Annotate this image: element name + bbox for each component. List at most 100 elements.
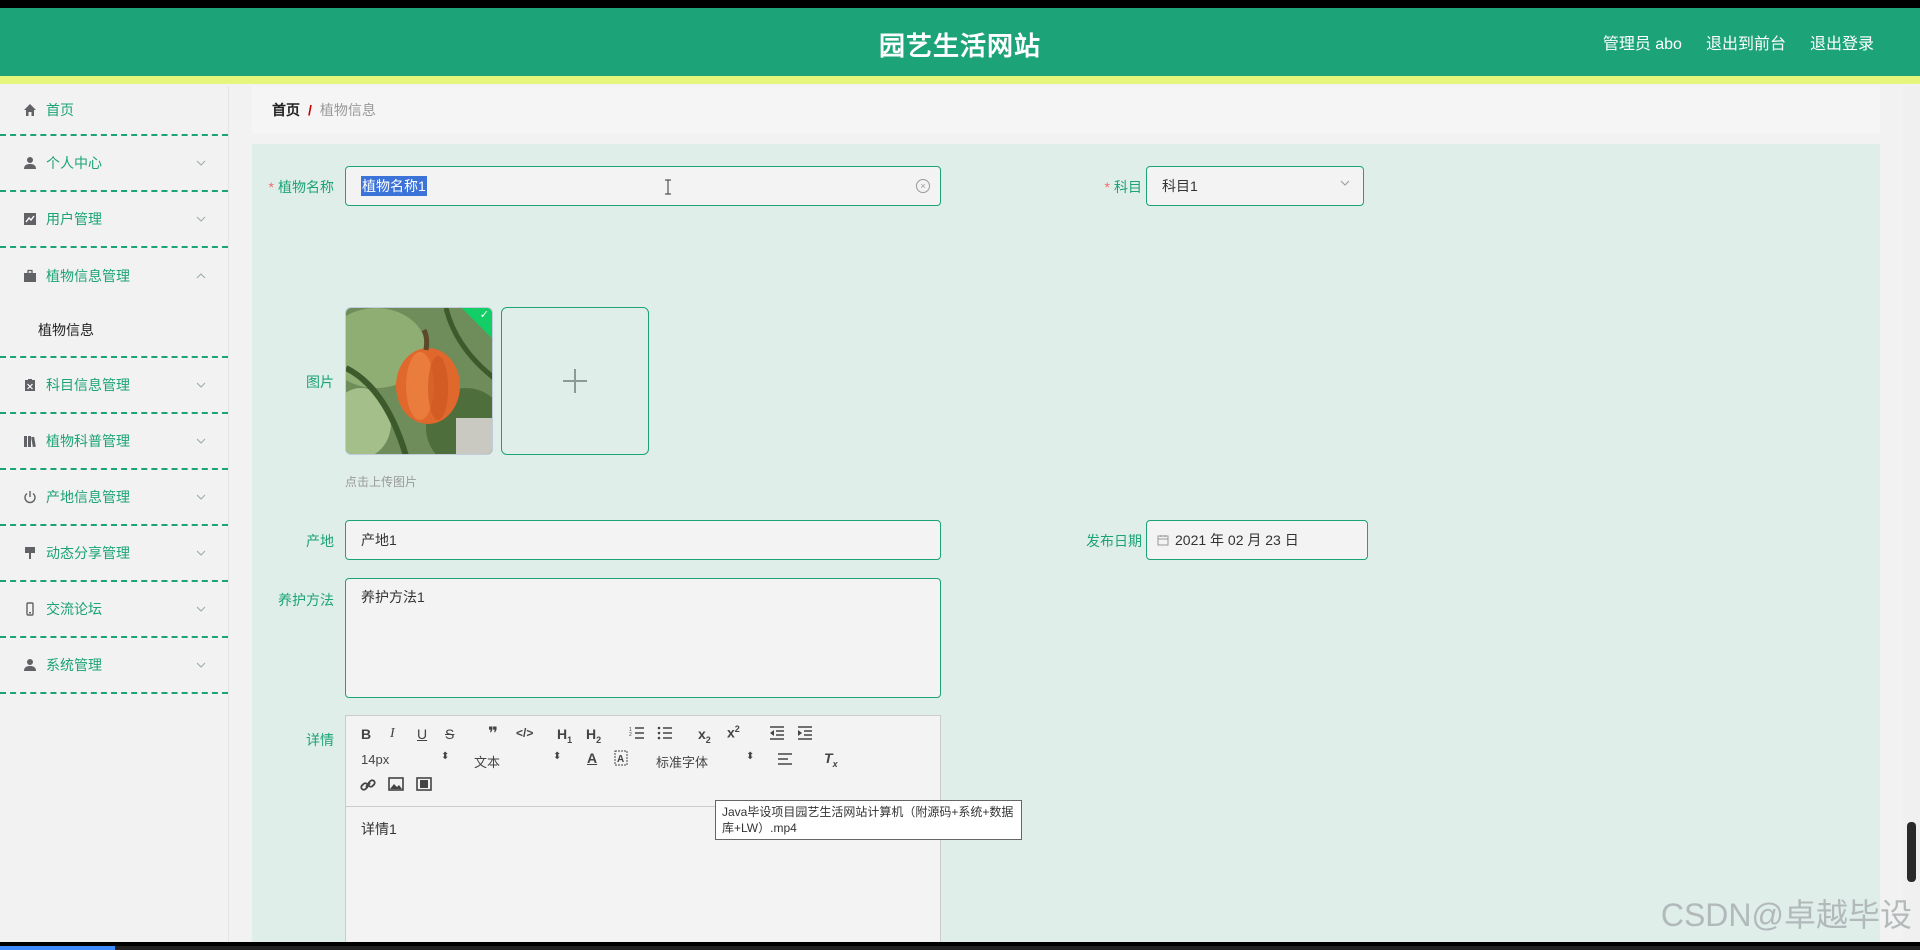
header2-icon[interactable]: H2	[586, 726, 601, 745]
strike-icon[interactable]: S	[445, 726, 454, 742]
csdn-watermark: CSDN@卓越毕设	[1660, 897, 1912, 933]
required-mark: *	[268, 179, 274, 195]
sidebar-item-label: 产地信息管理	[46, 489, 130, 505]
clipboard-icon	[22, 377, 38, 393]
upload-hint: 点击上传图片	[345, 475, 418, 489]
check-icon: ✓	[479, 309, 489, 321]
italic-icon[interactable]: I	[390, 726, 395, 742]
sidebar-item-label: 植物科普管理	[46, 433, 130, 449]
video-progress-fill	[0, 946, 116, 950]
sidebar-item-label: 首页	[46, 102, 74, 118]
publish-date-picker[interactable]: 2021 年 02 月 23 日	[1146, 520, 1368, 560]
sidebar-item-origin-management[interactable]: 产地信息管理	[0, 470, 228, 526]
header1-icon[interactable]: H1	[557, 726, 572, 745]
sidebar-item-label: 交流论坛	[46, 601, 102, 617]
updown-icon: ⬍	[746, 751, 755, 762]
sidebar-group-plant-info: 植物信息管理 植物信息	[0, 248, 228, 358]
video-icon[interactable]	[416, 777, 432, 794]
subject-label-text: 科目	[1114, 179, 1142, 195]
clear-format-icon[interactable]: Tx	[824, 750, 838, 769]
main-content: 首页 / 植物信息 * 植物名称 植物名称1 × * 科目 科目1 图片 ✓ 点…	[252, 86, 1880, 942]
text-style-select[interactable]: 文本	[474, 752, 500, 771]
chevron-down-icon	[196, 377, 206, 393]
sidebar-item-plant-science-management[interactable]: 植物科普管理	[0, 414, 228, 470]
background-color-icon[interactable]: A	[614, 750, 628, 769]
plus-icon	[563, 369, 587, 393]
plant-name-input[interactable]: 植物名称1 ×	[345, 166, 941, 206]
power-icon	[22, 489, 38, 505]
video-progress-bar[interactable]	[0, 946, 1920, 950]
plant-form: * 植物名称 植物名称1 × * 科目 科目1 图片 ✓ 点击上传图片 产地 产…	[252, 144, 1880, 942]
chart-icon	[22, 211, 38, 227]
back-to-front-link[interactable]: 退出到前台	[1706, 30, 1786, 54]
font-color-icon[interactable]: A	[587, 750, 597, 766]
origin-input[interactable]: 产地1	[345, 520, 941, 560]
bold-icon[interactable]: B	[361, 726, 371, 742]
books-icon	[22, 433, 38, 449]
plant-name-label: * 植物名称	[262, 177, 334, 197]
sidebar-item-label: 用户管理	[46, 211, 102, 227]
breadcrumb-current: 植物信息	[319, 102, 376, 118]
publish-date-value: 2021 年 02 月 23 日	[1175, 532, 1299, 548]
sidebar-item-forum[interactable]: 交流论坛	[0, 582, 228, 638]
align-icon[interactable]	[777, 752, 793, 769]
sidebar-item-label: 个人中心	[46, 155, 102, 171]
breadcrumb-home[interactable]: 首页	[272, 100, 300, 120]
sidebar-item-share-management[interactable]: 动态分享管理	[0, 526, 228, 582]
clear-icon[interactable]: ×	[916, 179, 930, 193]
sidebar-item-personal-center[interactable]: 个人中心	[0, 136, 228, 192]
app-window: 园艺生活网站 管理员 abo 退出到前台 退出登录 首页 个人中心 用户管理 植…	[0, 8, 1920, 942]
sidebar-item-home[interactable]: 首页	[0, 86, 228, 136]
pin-icon	[22, 545, 38, 561]
care-method-textarea[interactable]: 养护方法1	[345, 578, 941, 698]
user-icon	[22, 657, 38, 673]
admin-label[interactable]: 管理员 abo	[1603, 30, 1682, 54]
sidebar-item-system-management[interactable]: 系统管理	[0, 638, 228, 694]
subscript-icon[interactable]: x2	[698, 726, 711, 745]
chevron-down-icon	[196, 433, 206, 449]
scrollbar-thumb[interactable]	[1907, 822, 1916, 882]
underline-icon[interactable]: U	[417, 726, 427, 742]
calendar-icon	[1157, 534, 1169, 546]
sidebar-item-subject-management[interactable]: 科目信息管理	[0, 358, 228, 414]
video-title-tooltip: Java毕设项目园艺生活网站计算机（附源码+系统+数据库+LW）.mp4	[715, 800, 1022, 840]
code-icon[interactable]: </>	[516, 726, 533, 740]
blockquote-icon[interactable]: ❞	[488, 724, 498, 744]
uploaded-image-thumbnail[interactable]: ✓	[345, 307, 493, 455]
sidebar-item-label: 科目信息管理	[46, 377, 130, 393]
chevron-down-icon	[196, 489, 206, 505]
chevron-down-icon	[196, 657, 206, 673]
sidebar-subitem-plant-info[interactable]: 植物信息	[0, 304, 228, 356]
detail-label: 详情	[306, 732, 334, 748]
home-icon	[22, 102, 38, 118]
indent-icon[interactable]	[797, 726, 813, 743]
bullet-list-icon[interactable]	[657, 726, 673, 743]
image-icon[interactable]	[388, 777, 404, 794]
sidebar-item-label: 系统管理	[46, 657, 102, 673]
page-scrollbar[interactable]	[1903, 86, 1920, 942]
superscript-icon[interactable]: x2	[727, 724, 740, 741]
svg-text:A: A	[617, 754, 624, 765]
sidebar-item-user-management[interactable]: 用户管理	[0, 192, 228, 248]
user-icon	[22, 155, 38, 171]
editor-toolbar: B I U S ❞ </> H1 H2 12 x2 x2 14px ⬍ 文本 ⬍…	[346, 716, 940, 807]
subject-select[interactable]: 科目1	[1146, 166, 1364, 206]
sidebar: 首页 个人中心 用户管理 植物信息管理 植物信息 科目信息管理 植物科普管理 产…	[0, 86, 229, 942]
outdent-icon[interactable]	[769, 726, 785, 743]
header-links: 管理员 abo 退出到前台 退出登录	[1603, 30, 1874, 54]
image-upload-button[interactable]	[501, 307, 649, 455]
sidebar-item-plant-info-management[interactable]: 植物信息管理	[0, 248, 228, 304]
chevron-down-icon	[196, 545, 206, 561]
svg-text:2: 2	[629, 732, 632, 738]
plant-name-value: 植物名称1	[361, 176, 427, 196]
breadcrumb: 首页 / 植物信息	[252, 86, 1880, 134]
font-size-select[interactable]: 14px	[361, 752, 389, 767]
font-family-select[interactable]: 标准字体	[656, 752, 708, 771]
subject-label: * 科目	[1082, 177, 1142, 197]
link-icon[interactable]	[360, 777, 376, 796]
phone-icon	[22, 601, 38, 617]
ordered-list-icon[interactable]: 12	[629, 726, 645, 743]
logout-link[interactable]: 退出登录	[1810, 30, 1874, 54]
text-cursor-icon	[664, 179, 671, 195]
sidebar-item-label: 动态分享管理	[46, 545, 130, 561]
